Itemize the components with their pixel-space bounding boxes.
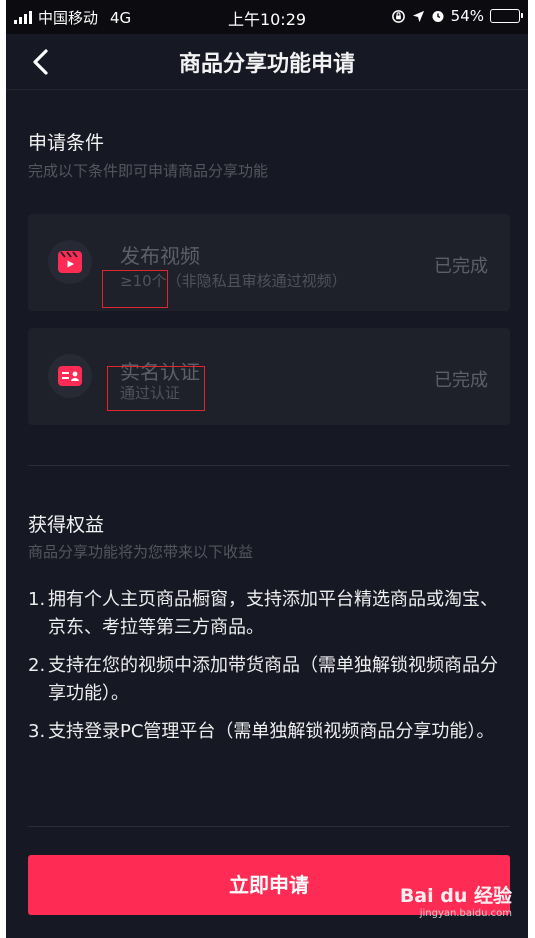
benefits-subtitle: 商品分享功能将为您带来以下收益 bbox=[28, 543, 254, 561]
benefit-text: 拥有个人主页商品橱窗，支持添加平台精选商品或淘宝、京东、考拉等第三方商品。 bbox=[48, 589, 498, 638]
benefit-number: 3. bbox=[28, 721, 46, 742]
benefit-number: 1. bbox=[28, 589, 46, 610]
conditions-subtitle: 完成以下条件即可申请商品分享功能 bbox=[28, 162, 269, 180]
condition-title: 发布视频 bbox=[120, 244, 200, 268]
benefits-title: 获得权益 bbox=[28, 514, 105, 536]
status-bar: 中国移动 4G 上午10:29 54% bbox=[6, 0, 528, 34]
benefit-number: 2. bbox=[28, 655, 46, 676]
nav-bar: 商品分享功能申请 bbox=[6, 34, 528, 90]
benefit-item: 2. 支持在您的视频中添加带货商品（需单独解锁视频商品分享功能）。 bbox=[28, 652, 498, 708]
watermark-sub: jingyan.baidu.com bbox=[419, 908, 512, 919]
battery-percent: 54% bbox=[450, 7, 484, 25]
benefit-text: 支持在您的视频中添加带货商品（需单独解锁视频商品分享功能）。 bbox=[48, 655, 498, 704]
condition-note: （非隐私且审核通过视频） bbox=[166, 272, 347, 290]
benefit-item: 1. 拥有个人主页商品橱窗，支持添加平台精选商品或淘宝、京东、考拉等第三方商品。 bbox=[28, 586, 498, 642]
benefit-item: 3. 支持登录PC管理平台（需单独解锁视频商品分享功能）。 bbox=[28, 718, 498, 746]
highlight-annotation-box bbox=[102, 270, 168, 308]
location-icon bbox=[412, 10, 424, 22]
condition-status: 已完成 bbox=[434, 370, 488, 391]
highlight-annotation-box bbox=[107, 366, 205, 411]
page-title: 商品分享功能申请 bbox=[178, 52, 355, 77]
battery-icon bbox=[490, 9, 523, 23]
section-divider bbox=[28, 826, 510, 827]
conditions-title: 申请条件 bbox=[28, 132, 105, 154]
status-right: 54% bbox=[391, 7, 523, 25]
section-divider bbox=[28, 465, 510, 466]
phone-screen: 中国移动 4G 上午10:29 54% 商品分享功能申请 申请条件 完成以下条件… bbox=[6, 0, 528, 938]
condition-card-realname: 实名认证 通过认证 已完成 bbox=[28, 328, 510, 425]
alarm-icon bbox=[432, 11, 444, 22]
watermark-main: Bai du 经验 bbox=[399, 885, 512, 907]
id-card-icon bbox=[48, 354, 92, 398]
video-icon bbox=[48, 240, 92, 284]
benefit-text: 支持登录PC管理平台（需单独解锁视频商品分享功能）。 bbox=[48, 721, 495, 742]
condition-status: 已完成 bbox=[434, 256, 488, 277]
baidu-watermark: Bai du 经验 jingyan.baidu.com bbox=[400, 881, 512, 919]
rotation-lock-icon bbox=[391, 9, 405, 23]
condition-card-video: 发布视频 ≥10个（非隐私且审核通过视频） 已完成 bbox=[28, 214, 510, 311]
